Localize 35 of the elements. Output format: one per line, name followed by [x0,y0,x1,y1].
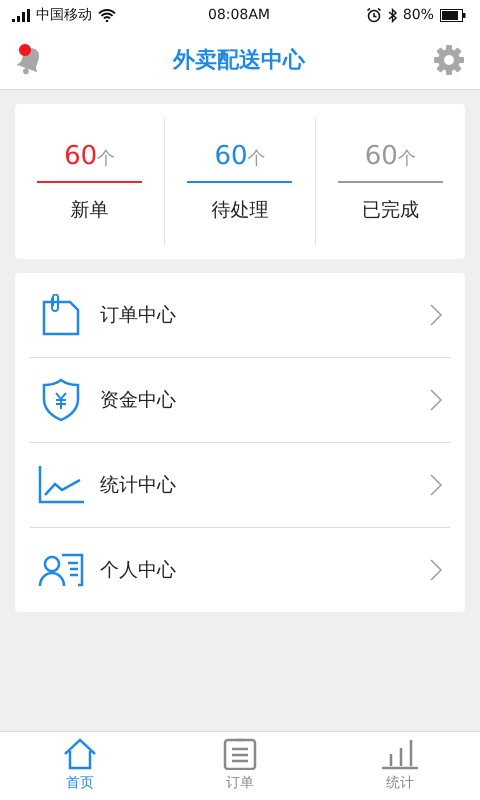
page-title: 外卖配送中心 [173,46,305,74]
tab-bar-item[interactable]: 订单 [160,732,320,800]
signal-icon [12,8,30,22]
alarm-icon [366,7,382,23]
user-card-icon [38,553,84,587]
tab-bar-item[interactable]: 统计 [320,732,480,800]
battery-percent: 80% [402,7,434,23]
menu-item-label[interactable]: 订单中心 [100,302,414,328]
battery-icon [440,8,466,22]
stat-count: 60 [214,140,248,170]
chevron-right-icon [430,559,442,581]
wifi-icon [98,8,116,22]
tab-bar-item[interactable]: 首页 [0,732,160,800]
home-icon [63,738,97,770]
stat-label[interactable]: 待处理 [211,196,268,222]
carrier-name: 中国移动 [36,6,92,24]
clock-time: 08:08AM [208,7,270,23]
bluetooth-icon [388,8,397,22]
stat-unit: 个 [248,146,266,170]
chevron-right-icon [430,389,442,411]
stat-label[interactable]: 新单 [70,196,109,222]
chevron-right-icon [430,304,442,326]
stat-count: 60 [64,140,98,170]
bar-chart-icon [381,738,419,770]
stat-count: 60 [364,140,398,170]
stat-unit: 个 [97,146,116,170]
menu-item-label[interactable]: 个人中心 [100,557,414,583]
menu-item-label[interactable]: 资金中心 [100,387,414,413]
menu-item-label[interactable]: 统计中心 [100,472,414,498]
chevron-right-icon [430,474,442,496]
clipboard-icon [223,738,257,770]
stat-label[interactable]: 已完成 [362,196,419,222]
settings-icon[interactable] [432,42,466,76]
line-chart-icon [38,466,84,504]
stat-unit: 个 [398,146,416,170]
